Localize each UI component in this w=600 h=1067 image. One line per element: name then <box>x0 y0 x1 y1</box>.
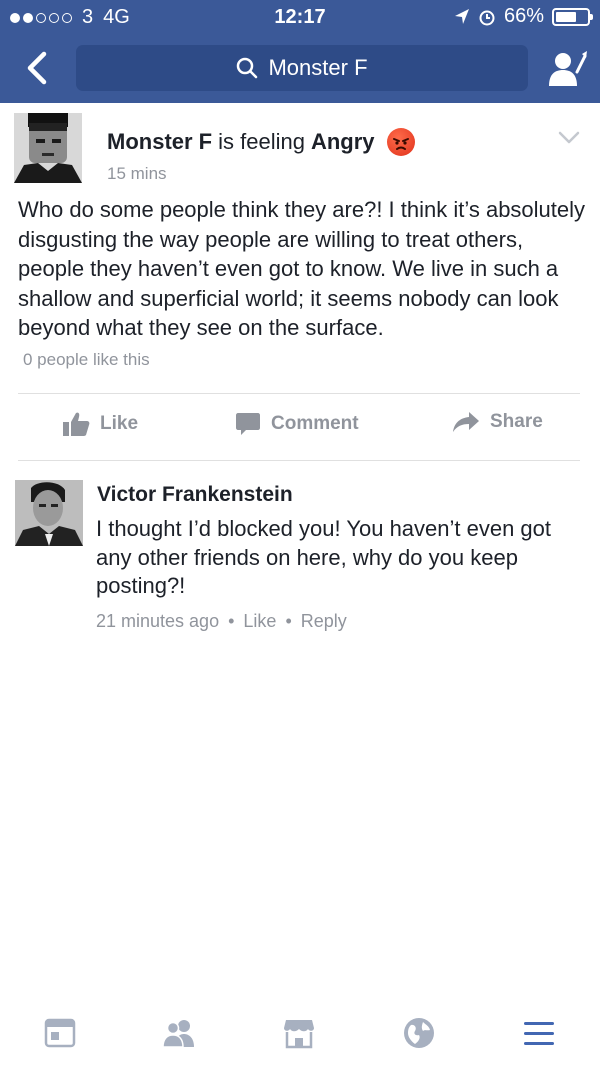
search-field[interactable]: Monster F <box>76 45 528 91</box>
feeling-label[interactable]: Angry <box>311 129 375 155</box>
status-right: 66% <box>454 5 593 28</box>
post-timestamp[interactable]: 15 mins <box>107 164 167 184</box>
chevron-down-icon[interactable] <box>558 131 580 145</box>
separator-dot: • <box>228 611 235 631</box>
friend-requests-icon[interactable] <box>547 50 589 88</box>
thumbs-up-icon <box>63 412 90 436</box>
comment-reply-link[interactable]: Reply <box>301 611 347 632</box>
share-button[interactable]: Share <box>452 411 543 433</box>
menu-icon[interactable] <box>522 1016 556 1050</box>
comment-button[interactable]: Comment <box>235 411 359 437</box>
share-arrow-icon <box>453 412 479 432</box>
notifications-globe-icon[interactable] <box>402 1016 436 1050</box>
post-body: Who do some people think they are?! I th… <box>18 197 586 340</box>
alarm-icon <box>479 10 495 25</box>
like-button[interactable]: Like <box>62 411 138 437</box>
like-label: Like <box>100 413 139 434</box>
victor-frankenstein-photo <box>15 480 83 546</box>
post-actions: Like Comment Share <box>0 393 600 459</box>
comment-label: Comment <box>271 413 359 434</box>
news-feed-icon[interactable] <box>43 1016 77 1050</box>
search-text: Monster F <box>268 55 368 80</box>
author-avatar[interactable] <box>14 113 82 183</box>
commenter-name[interactable]: Victor Frankenstein <box>97 483 293 507</box>
feeling-prefix: is feeling <box>218 129 305 154</box>
comment-body: I thought I’d blocked you! You haven’t e… <box>96 516 552 598</box>
comment-bubble-icon <box>236 413 260 435</box>
search-icon <box>237 57 258 79</box>
comment-meta: 21 minutes ago • Like • Reply <box>96 611 347 632</box>
back-arrow-icon[interactable] <box>18 46 58 90</box>
location-icon <box>454 8 469 24</box>
status-bar: 3 4G 12:17 66% <box>0 0 600 36</box>
post-author-name[interactable]: Monster F <box>107 129 212 155</box>
angry-emoji-icon <box>386 128 415 156</box>
frankenstein-monster-photo <box>14 113 82 183</box>
friends-icon[interactable] <box>162 1016 196 1050</box>
battery-percent: 66% <box>503 5 544 27</box>
share-label: Share <box>490 411 543 432</box>
post-header: Monster F is feeling Angry <box>107 128 415 156</box>
battery-icon <box>552 7 593 26</box>
divider <box>18 460 580 461</box>
likes-count[interactable]: 0 people like this <box>23 350 150 370</box>
marketplace-icon[interactable] <box>282 1016 316 1050</box>
bottom-tab-bar <box>0 1000 600 1067</box>
separator-dot: • <box>285 611 292 631</box>
comment-timestamp[interactable]: 21 minutes ago <box>96 611 219 632</box>
commenter-avatar[interactable] <box>15 480 83 546</box>
top-bar: 3 4G 12:17 66% Monster F <box>0 0 600 103</box>
comment-like-link[interactable]: Like <box>243 611 276 632</box>
